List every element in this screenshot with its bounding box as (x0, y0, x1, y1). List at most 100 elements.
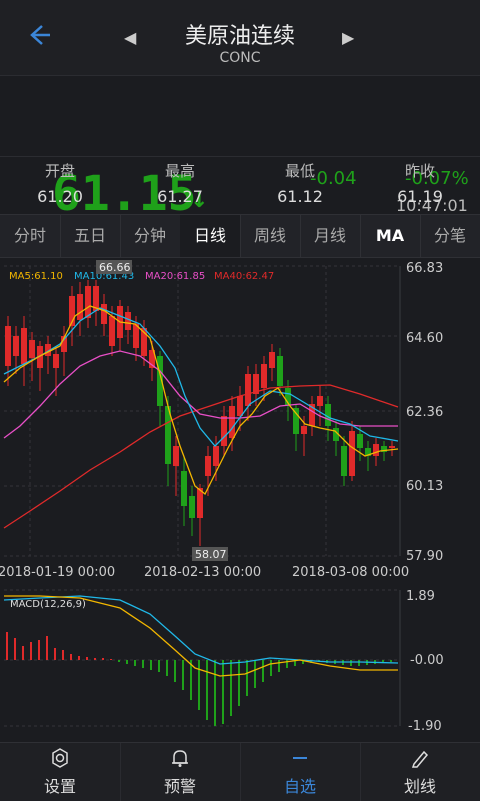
macd-bar (262, 660, 264, 682)
candle-body (173, 446, 179, 466)
candle-body (77, 294, 83, 320)
stat-label: 开盘 (44, 162, 75, 180)
tab-monthly[interactable]: 月线 (300, 215, 361, 257)
bell-icon (120, 747, 240, 767)
candles (5, 280, 395, 546)
header-bar: ◀ 美原油连续 ▶ CONC (0, 0, 480, 75)
candle-body (221, 416, 227, 446)
macd-bar (246, 660, 248, 696)
legend-ma20: MA20:61.85 (145, 271, 205, 282)
y-tick: 62.36 (406, 405, 443, 420)
candle-body (213, 446, 219, 466)
macd-bar (174, 660, 176, 682)
page-title: 美原油连续 (184, 24, 295, 49)
ma5-line (3, 305, 399, 496)
candle-body (373, 444, 379, 456)
macd-bar (142, 660, 144, 668)
stat-open: 开盘 61.20 (0, 160, 120, 206)
macd-bar (358, 660, 360, 666)
nav-label: 划线 (403, 777, 436, 796)
nav-alert[interactable]: 预警 (120, 743, 241, 801)
tab-ma[interactable]: MA (360, 215, 421, 257)
stat-value: 61.19 (397, 187, 443, 206)
macd-bar (46, 636, 48, 660)
candle-body (349, 431, 355, 476)
next-icon[interactable]: ▶ (342, 28, 354, 47)
nav-label: 预警 (163, 777, 196, 796)
candle-body (357, 434, 363, 448)
candle-body (13, 336, 19, 356)
tab-ticks[interactable]: 分笔 (420, 215, 480, 257)
macd-bar (350, 660, 352, 666)
candle-body (181, 471, 187, 506)
macd-tick: 1.89 (406, 589, 435, 604)
candle-body (29, 340, 35, 358)
tab-daily[interactable]: 日线 (180, 215, 241, 257)
tab-minute[interactable]: 分钟 (120, 215, 181, 257)
macd-bar (102, 658, 104, 660)
x-axis-labels: 2018-01-19 00:00 2018-02-13 00:00 2018-0… (0, 565, 409, 580)
macd-bar (86, 657, 88, 660)
stat-prev-close: 昨收 61.19 (360, 160, 480, 206)
stat-label: 最高 (164, 162, 195, 180)
macd-bar (198, 660, 200, 710)
macd-bar (238, 660, 240, 706)
candle-body (341, 446, 347, 476)
candle-body (269, 352, 275, 368)
tab-intraday[interactable]: 分时 (0, 215, 61, 257)
nav-label: 自选 (283, 777, 316, 796)
candle-body (53, 354, 59, 368)
pen-icon (360, 747, 480, 768)
tab-five-day[interactable]: 五日 (60, 215, 121, 257)
candle-body (21, 328, 27, 364)
candle-body (389, 446, 395, 448)
candle-body (109, 316, 115, 346)
nav-settings[interactable]: 设置 (0, 743, 121, 801)
candle-body (125, 312, 131, 330)
macd-bar (126, 660, 128, 664)
stat-value: 61.20 (37, 187, 83, 206)
macd-bar (230, 660, 232, 716)
symbol-code: CONC (219, 50, 261, 66)
macd-bar (214, 660, 216, 726)
macd-bar (206, 660, 208, 720)
legend-ma5: MA5:61.10 (9, 271, 63, 282)
macd-bar (62, 650, 64, 660)
nav-draw[interactable]: 划线 (360, 743, 480, 801)
ma-legend: MA5:61.10 MA10:61.43 MA20:61.85 MA40:62.… (9, 271, 274, 282)
x-tick: 2018-01-19 00:00 (0, 565, 115, 580)
macd-bar (254, 660, 256, 688)
stat-label: 最低 (284, 162, 315, 180)
ma20-line (3, 350, 398, 439)
macd-bar (390, 660, 392, 662)
candle-body (277, 356, 283, 386)
candle-body (5, 326, 11, 366)
stat-label: 昨收 (404, 162, 435, 180)
macd-bar (150, 660, 152, 670)
bottom-nav: 设置 预警 自选 划线 (0, 742, 480, 801)
minus-icon (240, 747, 360, 767)
y-tick: 64.60 (406, 331, 443, 346)
tab-weekly[interactable]: 周线 (240, 215, 301, 257)
candle-body (245, 374, 251, 406)
kline-chart[interactable]: 66.83 64.60 62.36 60.13 57.90 1.89 -0.00… (0, 256, 480, 740)
macd-bar (54, 648, 56, 660)
macd-bar (110, 659, 112, 660)
macd-bar (270, 660, 272, 676)
macd-tick: -1.90 (408, 719, 442, 734)
x-tick: 2018-02-13 00:00 (144, 565, 261, 580)
candle-body (85, 286, 91, 318)
stat-value: 61.27 (157, 187, 203, 206)
stats-row: 开盘 61.20 最高 61.27 最低 61.12 昨收 61.19 (0, 160, 480, 212)
candle-body (101, 304, 107, 324)
macd-label: MACD(12,26,9) (10, 599, 86, 610)
nav-watchlist[interactable]: 自选 (240, 743, 361, 801)
macd-bar (14, 638, 16, 660)
macd-bar (30, 642, 32, 660)
macd-bar (118, 660, 120, 662)
candle-body (237, 396, 243, 416)
nav-label: 设置 (43, 777, 76, 796)
settings-icon (0, 747, 120, 768)
candle-body (229, 406, 235, 438)
y-tick: 66.83 (406, 261, 443, 276)
